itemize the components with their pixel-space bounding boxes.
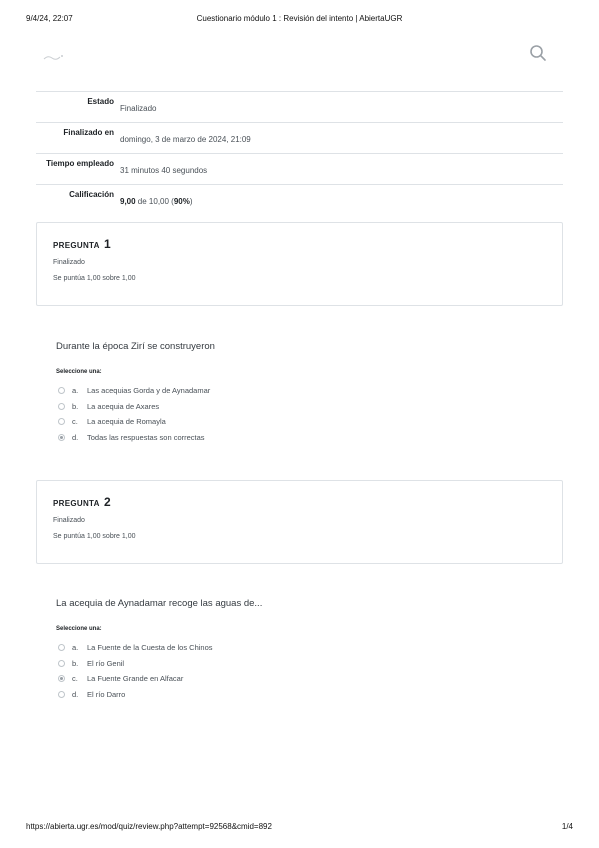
question-text-2: La acequia de Aynadamar recoge las aguas… [56, 598, 263, 609]
print-url[interactable]: https://abierta.ugr.es/mod/quiz/review.p… [26, 822, 272, 831]
question-state: Finalizado [53, 517, 85, 524]
select-prompt-1: Seleccione una: [56, 369, 102, 375]
question-grade: Se puntúa 1,00 sobre 1,00 [53, 275, 136, 282]
radio-button-selected[interactable] [58, 433, 65, 441]
radio-button[interactable] [58, 690, 65, 698]
answer-option[interactable]: c. La Fuente Grande en Alfacar [58, 671, 213, 687]
search-icon[interactable] [529, 44, 547, 62]
top-bar [36, 40, 563, 70]
summary-value: 9,00 de 10,00 (90%) [114, 185, 193, 219]
answer-letter: b. [72, 401, 79, 411]
question-number: PREGUNTA 2 [53, 495, 546, 509]
print-page-number: 1/4 [561, 822, 573, 831]
answer-text: Todas las respuestas son correctas [87, 432, 205, 442]
answer-letter: c. [72, 417, 78, 427]
attempt-summary-table: Estado Finalizado Finalizado en domingo,… [36, 76, 563, 219]
answer-text: La acequia de Axares [87, 401, 160, 411]
print-footer: https://abierta.ugr.es/mod/quiz/review.p… [26, 822, 573, 834]
answer-letter: d. [72, 432, 79, 442]
summary-row-state: Estado Finalizado [36, 92, 563, 123]
print-title: Cuestionario módulo 1 : Revisión del int… [196, 14, 403, 23]
summary-value: 31 minutos 40 segundos [120, 166, 208, 175]
answer-option[interactable]: a. Las acequias Gorda y de Aynadamar [58, 383, 210, 399]
answer-option[interactable]: d. El río Darro [58, 687, 213, 703]
radio-button[interactable] [58, 418, 65, 426]
question-number: PREGUNTA 1 [53, 237, 546, 251]
grade-score: 9,00 [120, 197, 136, 206]
radio-button[interactable] [58, 644, 65, 652]
print-header: 9/4/24, 22:07 Cuestionario módulo 1 : Re… [26, 14, 573, 26]
answer-letter: a. [72, 643, 79, 653]
summary-row-time: Tiempo empleado 31 minutos 40 segundos [36, 154, 563, 185]
answer-letter: a. [72, 386, 79, 396]
select-prompt-2: Seleccione una: [56, 626, 102, 632]
summary-row-grade: Calificación 9,00 de 10,00 (90%) [36, 185, 563, 219]
answer-option[interactable]: d. Todas las respuestas son correctas [58, 430, 210, 446]
question-num: 2 [103, 495, 111, 509]
question-info-1: PREGUNTA 1 Finalizado Se puntúa 1,00 sob… [36, 222, 563, 306]
question-text-1: Durante la época Zirí se construyeron [56, 341, 215, 352]
answer-option[interactable]: b. El río Genil [58, 656, 213, 672]
site-logo-icon[interactable] [42, 52, 66, 62]
radio-button[interactable] [58, 387, 65, 395]
answer-letter: c. [72, 674, 78, 684]
question-state: Finalizado [53, 259, 85, 266]
summary-label: Tiempo empleado [46, 159, 114, 168]
radio-button[interactable] [58, 659, 65, 667]
answer-letter: b. [72, 658, 79, 668]
grade-end: ) [189, 197, 193, 206]
question-info-2: PREGUNTA 2 Finalizado Se puntúa 1,00 sob… [36, 480, 563, 564]
summary-label: Estado [87, 97, 114, 106]
summary-value: domingo, 3 de marzo de 2024, 21:09 [120, 135, 251, 144]
answer-list-1: a. Las acequias Gorda y de Aynadamar b. La… [58, 383, 210, 445]
answer-letter: d. [72, 689, 79, 699]
answer-list-2: a. La Fuente de la Cuesta de los Chinos b… [58, 640, 213, 702]
grade-rest: de 10,00 ( [135, 197, 174, 206]
summary-row-clipped [36, 76, 563, 92]
question-label: PREGUNTA [53, 241, 100, 250]
summary-row-finished: Finalizado en domingo, 3 de marzo de 202… [36, 123, 563, 154]
question-grade: Se puntúa 1,00 sobre 1,00 [53, 533, 136, 540]
answer-text: La Fuente Grande en Alfacar [87, 674, 184, 684]
summary-label: Calificación [69, 190, 114, 199]
answer-option[interactable]: c. La acequia de Romayla [58, 414, 210, 430]
answer-text: Las acequias Gorda y de Aynadamar [87, 386, 211, 396]
question-num: 1 [103, 237, 111, 251]
answer-text: El río Darro [87, 689, 126, 699]
answer-text: La acequia de Romayla [87, 417, 166, 427]
answer-option[interactable]: a. La Fuente de la Cuesta de los Chinos [58, 640, 213, 656]
question-label: PREGUNTA [53, 499, 100, 508]
answer-text: El río Genil [87, 658, 125, 668]
summary-label: Finalizado en [63, 128, 114, 137]
summary-value: Finalizado [120, 104, 157, 113]
radio-button[interactable] [58, 402, 65, 410]
answer-text: La Fuente de la Cuesta de los Chinos [87, 643, 213, 653]
radio-button-selected[interactable] [58, 675, 65, 683]
answer-option[interactable]: b. La acequia de Axares [58, 399, 210, 415]
grade-percent: 90% [173, 197, 190, 206]
